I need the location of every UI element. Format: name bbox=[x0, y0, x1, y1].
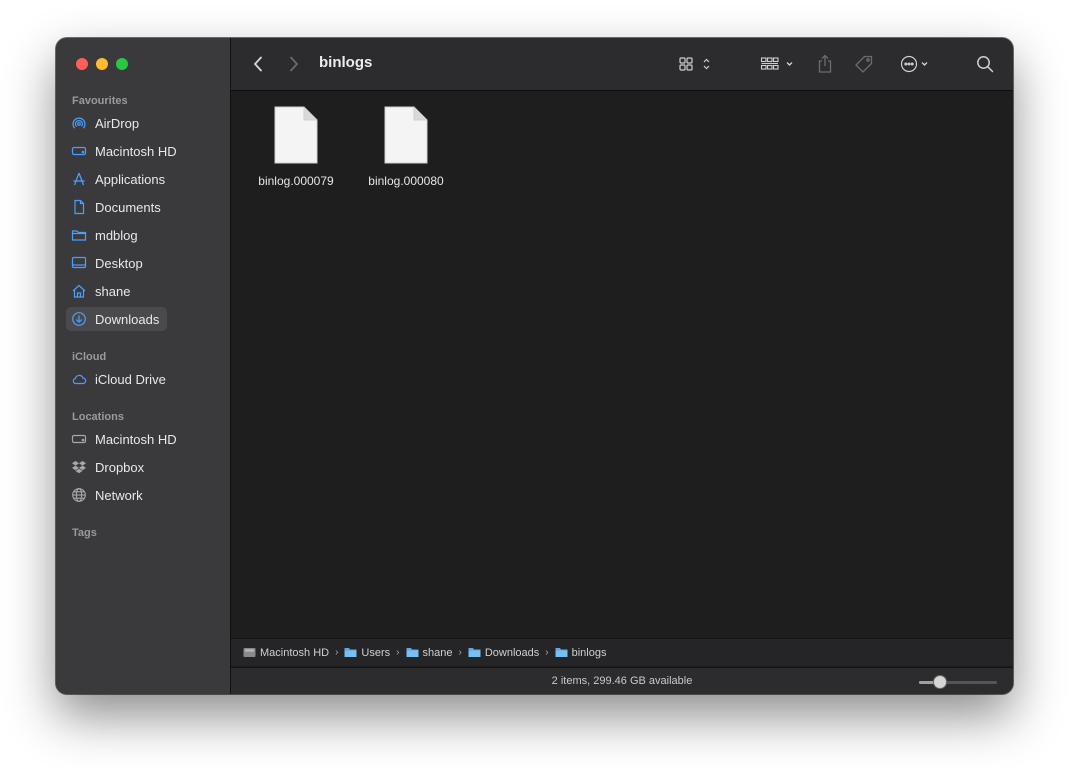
path-item-users[interactable]: Users bbox=[344, 647, 390, 659]
sidebar-section-tags[interactable]: Tags bbox=[72, 527, 97, 539]
downloads-icon bbox=[70, 310, 88, 328]
path-separator: › bbox=[335, 647, 339, 658]
sidebar-section-favourites: Favourites bbox=[72, 95, 128, 107]
back-chevron-icon bbox=[254, 56, 262, 72]
more-actions-icon bbox=[900, 55, 928, 73]
sidebar-item-label: AirDrop bbox=[95, 115, 140, 131]
path-separator: › bbox=[458, 647, 462, 658]
minimize-window-button[interactable] bbox=[96, 58, 108, 70]
share-button[interactable] bbox=[815, 52, 835, 76]
sidebar-item-network[interactable]: Network bbox=[70, 483, 151, 507]
sidebar-item-applications[interactable]: Applications bbox=[70, 167, 173, 191]
sidebar-item-icloud-drive[interactable]: iCloud Drive bbox=[70, 367, 174, 391]
sidebar-item-macintosh-hd[interactable]: Macintosh HD bbox=[70, 139, 185, 163]
status-bar: 2 items, 299.46 GB available bbox=[231, 667, 1013, 694]
sidebar-item-downloads[interactable]: Downloads bbox=[66, 307, 168, 331]
drive-icon bbox=[70, 430, 88, 448]
sidebar-item-label: shane bbox=[95, 283, 131, 299]
path-separator: › bbox=[545, 647, 549, 658]
file-name: binlog.000079 bbox=[258, 174, 334, 188]
sidebar-section-icloud: iCloud bbox=[72, 351, 107, 363]
cloud-icon bbox=[70, 370, 88, 388]
sidebar-item-mdblog[interactable]: mdblog bbox=[70, 223, 146, 247]
desktop-icon bbox=[70, 254, 88, 272]
back-button[interactable] bbox=[249, 52, 267, 76]
path-item-binlogs[interactable]: binlogs bbox=[555, 647, 606, 659]
path-bar: Macintosh HD › Users › shane › Downloads… bbox=[231, 638, 1013, 666]
icon-size-slider-knob[interactable] bbox=[933, 675, 948, 689]
sidebar-item-label: Macintosh HD bbox=[95, 431, 177, 447]
group-icon bbox=[760, 57, 793, 70]
file-item[interactable]: binlog.000079 bbox=[248, 106, 344, 188]
sidebar-item-airdrop[interactable]: AirDrop bbox=[70, 111, 147, 135]
tag-icon bbox=[855, 55, 873, 73]
toolbar: binlogs bbox=[231, 38, 1013, 91]
sidebar-item-label: mdblog bbox=[95, 227, 138, 243]
sidebar-item-label: Desktop bbox=[95, 255, 143, 271]
icon-view-icon bbox=[679, 57, 710, 71]
path-item-macintosh-hd[interactable]: Macintosh HD bbox=[243, 647, 329, 659]
folder-icon bbox=[406, 648, 418, 657]
icon-size-slider[interactable] bbox=[919, 675, 997, 689]
path-item-shane[interactable]: shane bbox=[406, 647, 452, 659]
sidebar-item-label: Documents bbox=[95, 199, 161, 215]
sidebar-item-label: Applications bbox=[95, 171, 166, 187]
status-text: 2 items, 299.46 GB available bbox=[551, 675, 693, 687]
sidebar-section-locations: Locations bbox=[72, 411, 124, 423]
airdrop-icon bbox=[70, 114, 88, 132]
share-icon bbox=[818, 54, 832, 73]
forward-button[interactable] bbox=[285, 52, 303, 76]
document-icon bbox=[70, 198, 88, 216]
view-mode-button[interactable] bbox=[677, 52, 717, 76]
window-title: binlogs bbox=[319, 54, 373, 71]
file-name: binlog.000080 bbox=[368, 174, 444, 188]
path-item-downloads[interactable]: Downloads bbox=[468, 647, 539, 659]
zoom-window-button[interactable] bbox=[116, 58, 128, 70]
document-icon bbox=[384, 106, 428, 164]
sidebar-item-label: Macintosh HD bbox=[95, 143, 177, 159]
drive-icon bbox=[70, 142, 88, 160]
sidebar-item-desktop[interactable]: Desktop bbox=[70, 251, 151, 275]
more-actions-button[interactable] bbox=[897, 52, 937, 76]
finder-window: Favourites AirDrop Macintosh HD Applicat… bbox=[56, 38, 1013, 694]
file-item[interactable]: binlog.000080 bbox=[358, 106, 454, 188]
sidebar: Favourites AirDrop Macintosh HD Applicat… bbox=[56, 38, 231, 694]
window-controls bbox=[76, 58, 128, 70]
dropbox-icon bbox=[70, 458, 88, 476]
network-icon bbox=[70, 486, 88, 504]
folder-icon bbox=[468, 648, 481, 657]
document-icon bbox=[274, 106, 318, 164]
applications-icon bbox=[70, 170, 88, 188]
close-window-button[interactable] bbox=[76, 58, 88, 70]
path-separator: › bbox=[396, 647, 400, 658]
drive-icon bbox=[243, 648, 256, 657]
sidebar-item-label: Downloads bbox=[95, 311, 160, 327]
forward-chevron-icon bbox=[290, 56, 298, 72]
group-button[interactable] bbox=[759, 52, 799, 76]
folder-icon bbox=[555, 648, 568, 657]
main-pane: binlogs binlog.000079 binlog.000080 Maci… bbox=[231, 38, 1013, 694]
sidebar-item-dropbox[interactable]: Dropbox bbox=[70, 455, 152, 479]
home-icon bbox=[70, 282, 88, 300]
sidebar-item-shane[interactable]: shane bbox=[70, 279, 138, 303]
sidebar-item-macintosh-hd-location[interactable]: Macintosh HD bbox=[70, 427, 185, 451]
search-icon bbox=[977, 56, 994, 73]
folder-icon bbox=[344, 648, 357, 657]
sidebar-item-label: iCloud Drive bbox=[95, 371, 166, 387]
sidebar-item-label: Dropbox bbox=[95, 459, 145, 475]
tag-button[interactable] bbox=[853, 52, 875, 76]
folder-icon bbox=[70, 226, 88, 244]
sidebar-item-documents[interactable]: Documents bbox=[70, 195, 169, 219]
search-button[interactable] bbox=[973, 52, 997, 76]
sidebar-item-label: Network bbox=[95, 487, 143, 503]
